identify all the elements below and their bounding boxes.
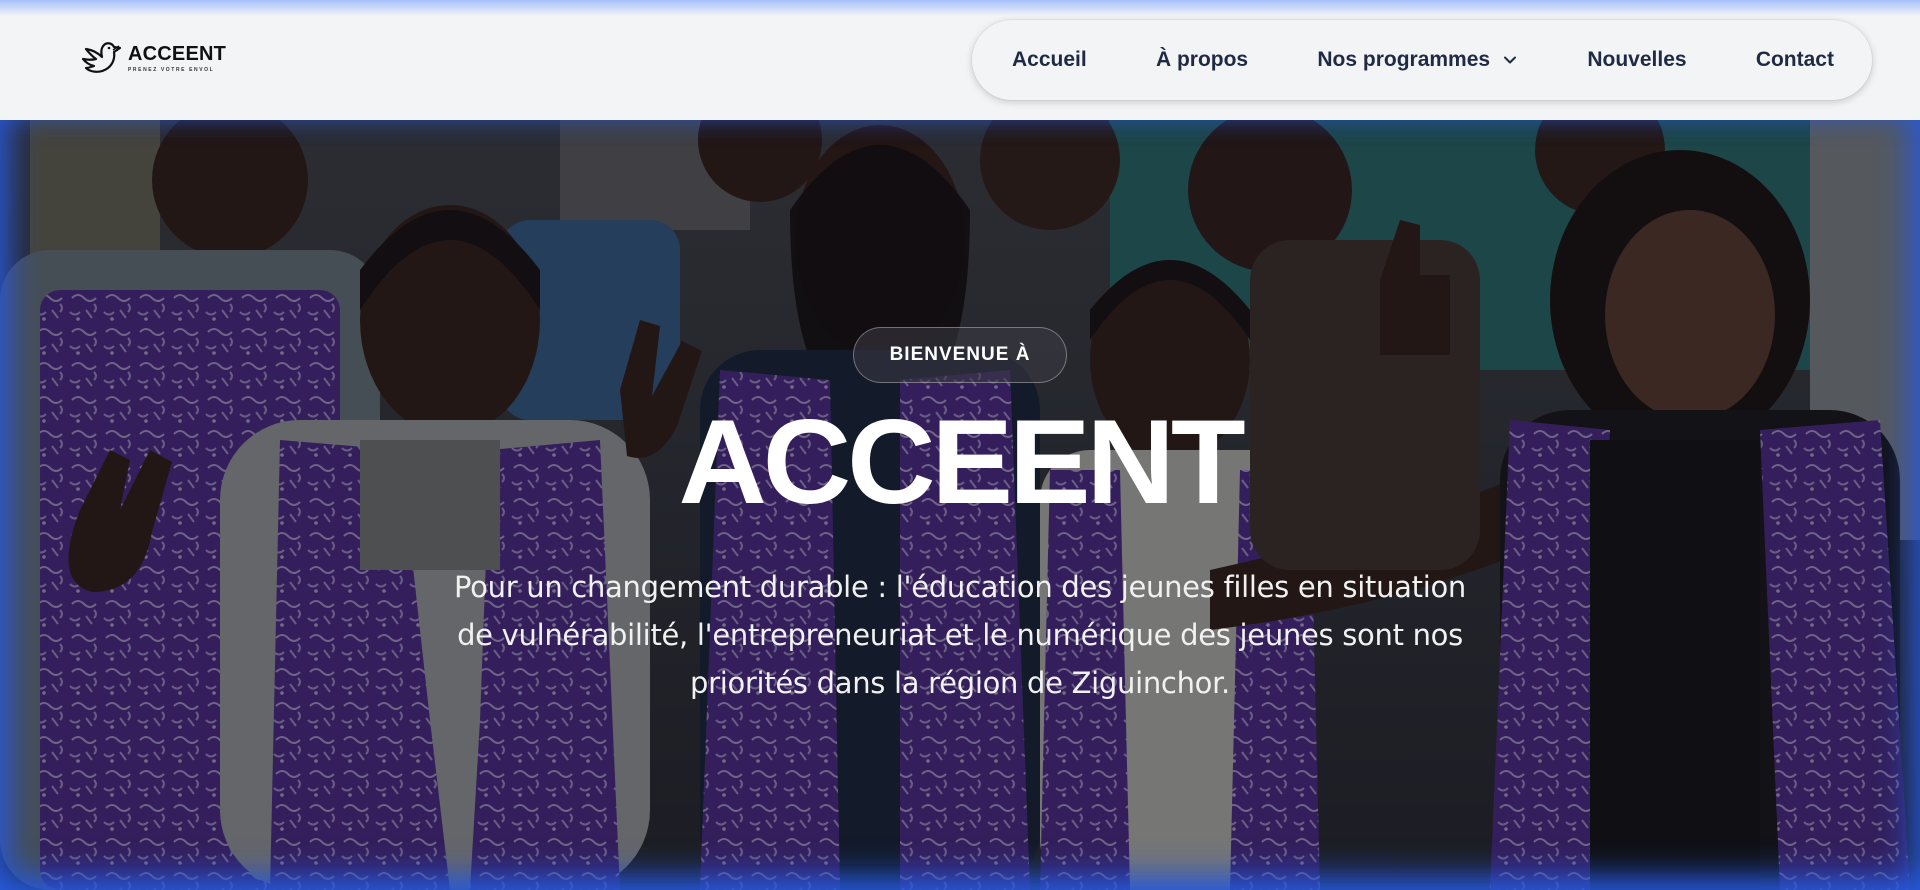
nav-item-nos-programmes[interactable]: Nos programmes xyxy=(1317,48,1518,72)
logo-tagline: PRENEZ VOTRE ENVOL xyxy=(128,66,215,73)
nav-item-label: À propos xyxy=(1155,48,1249,71)
hero-section: BIENVENUE À ACCEENT Pour un changement d… xyxy=(0,120,1920,890)
nav-item-nouvelles[interactable]: Nouvelles xyxy=(1587,48,1686,72)
nav-item-a-propos[interactable]: À propos xyxy=(1156,48,1248,72)
site-header: ACCEENT PRENEZ VOTRE ENVOL Accueil À pro… xyxy=(0,0,1920,120)
hero-title: ACCEENT xyxy=(678,395,1245,529)
nav-item-label: Accueil xyxy=(1012,48,1087,71)
nav-item-label: Nouvelles xyxy=(1587,48,1687,71)
page: ACCEENT PRENEZ VOTRE ENVOL Accueil À pro… xyxy=(0,0,1920,890)
logo-name: ACCEENT xyxy=(128,42,227,65)
hero-subtitle: Pour un changement durable : l'éducation… xyxy=(454,570,1466,700)
dove-icon xyxy=(81,42,122,73)
chevron-down-icon xyxy=(1504,56,1517,64)
nav-item-accueil[interactable]: Accueil xyxy=(1012,48,1087,72)
welcome-badge: BIENVENUE À xyxy=(853,327,1067,383)
nav-item-contact[interactable]: Contact xyxy=(1756,48,1834,72)
header-glow xyxy=(0,0,1920,16)
nav-item-label: Contact xyxy=(1755,48,1834,71)
logo-text: ACCEENT PRENEZ VOTRE ENVOL xyxy=(128,44,226,73)
main-nav: Accueil À propos Nos programmes Nouvelle… xyxy=(972,20,1872,100)
site-logo[interactable]: ACCEENT PRENEZ VOTRE ENVOL xyxy=(80,38,226,78)
nav-item-label: Nos programmes xyxy=(1317,48,1491,71)
